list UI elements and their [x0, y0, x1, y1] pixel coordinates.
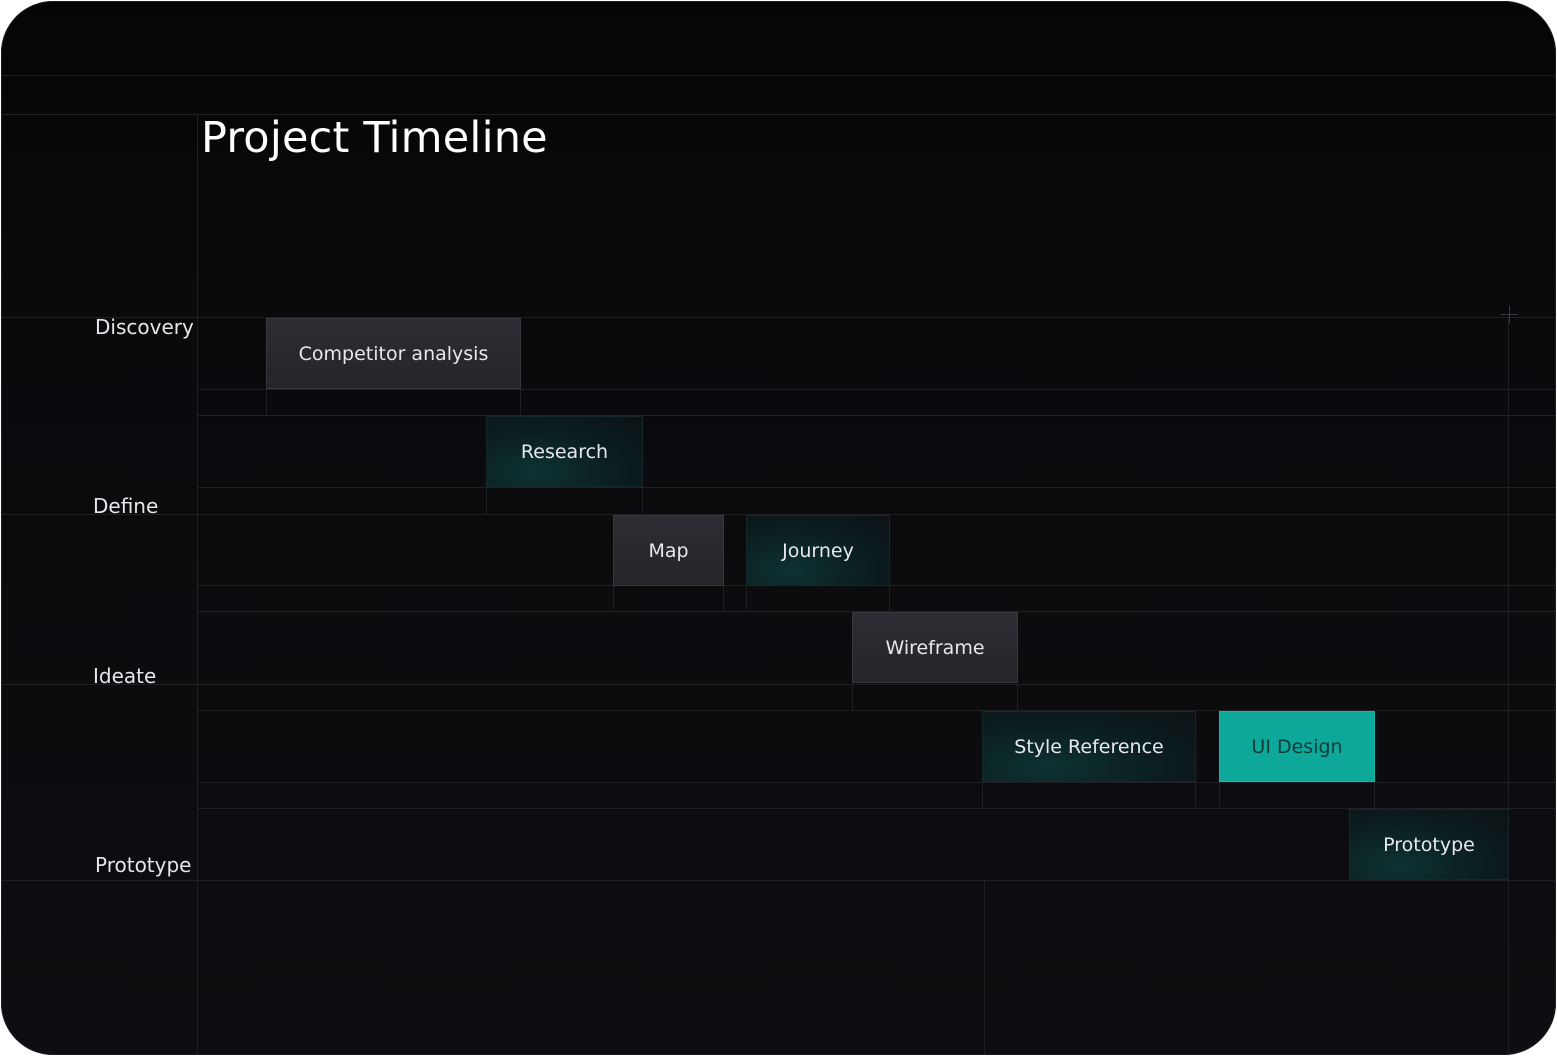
- grid-line: [613, 585, 614, 611]
- grid-line: [1017, 684, 1018, 710]
- grid-line: [1219, 782, 1220, 808]
- task-map[interactable]: Map: [613, 515, 724, 586]
- task-label: Competitor analysis: [298, 342, 489, 365]
- grid-line: [1374, 782, 1375, 808]
- grid-line: [723, 585, 724, 611]
- grid-line: [1195, 782, 1196, 808]
- grid-line: [1, 317, 1556, 318]
- timeline-canvas: Project Timeline Discovery Define Ideate…: [1, 1, 1556, 1055]
- grid-line: [982, 782, 983, 808]
- page-title: Project Timeline: [201, 113, 548, 163]
- grid-line: [1, 75, 1556, 76]
- grid-line: [197, 782, 1556, 783]
- grid-line: [197, 415, 1556, 416]
- task-wireframe[interactable]: Wireframe: [852, 612, 1018, 683]
- grid-line: [520, 389, 521, 415]
- grid-line: [852, 684, 853, 710]
- task-journey[interactable]: Journey: [746, 515, 890, 586]
- task-label: Research: [520, 440, 609, 463]
- task-label: Style Reference: [1014, 735, 1164, 758]
- task-research[interactable]: Research: [486, 416, 643, 487]
- task-label: Wireframe: [885, 636, 985, 659]
- task-label: UI Design: [1251, 735, 1343, 758]
- grid-line: [984, 880, 985, 1055]
- plus-icon[interactable]: [1501, 306, 1518, 323]
- grid-line: [486, 487, 487, 514]
- grid-line: [889, 585, 890, 611]
- grid-line: [746, 585, 747, 611]
- phase-label-prototype: Prototype: [95, 853, 192, 877]
- grid-line: [197, 114, 198, 1055]
- grid-line: [197, 487, 1556, 488]
- grid-line: [642, 487, 643, 514]
- grid-line: [197, 389, 1556, 390]
- grid-line: [1, 684, 1556, 685]
- phase-label-define: Define: [93, 494, 159, 518]
- task-label: Prototype: [1383, 833, 1475, 856]
- task-label: Map: [648, 539, 689, 562]
- grid-line: [1, 880, 1556, 881]
- grid-line: [266, 389, 267, 415]
- task-style-reference[interactable]: Style Reference: [982, 711, 1196, 782]
- task-prototype[interactable]: Prototype: [1349, 809, 1509, 880]
- task-competitor-analysis[interactable]: Competitor analysis: [266, 318, 521, 389]
- task-label: Journey: [782, 539, 854, 562]
- phase-label-discovery: Discovery: [95, 315, 194, 339]
- task-ui-design[interactable]: UI Design: [1219, 711, 1375, 782]
- phase-label-ideate: Ideate: [93, 664, 157, 688]
- grid-line: [1508, 317, 1509, 1055]
